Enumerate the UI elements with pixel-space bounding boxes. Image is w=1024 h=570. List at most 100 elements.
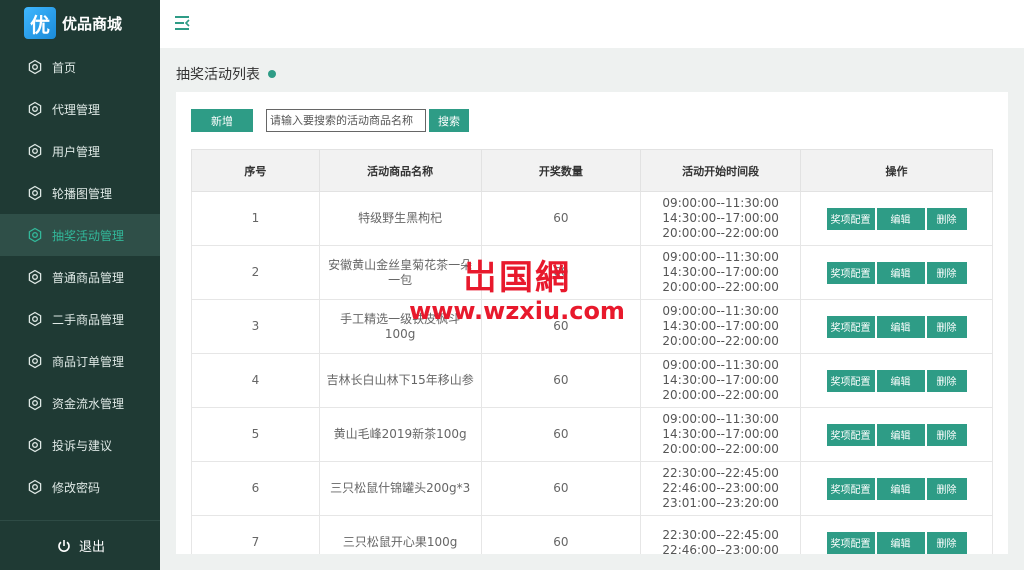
edit-button[interactable]: 编辑 bbox=[876, 315, 925, 338]
cell-draw-count: 60 bbox=[480, 461, 642, 516]
sidebar-item[interactable]: 用户管理 bbox=[0, 130, 160, 172]
time-slot: 14:30:00--17:00:00 bbox=[662, 373, 779, 387]
table-row: 3 手工精选一级铁皮枫斗100g 60 09:00:00--11:30:00 14:30… bbox=[191, 299, 993, 354]
menu-toggle-icon[interactable] bbox=[174, 14, 194, 34]
sidebar-item-label: 首页 bbox=[52, 60, 77, 75]
cell-draw-count: 60 bbox=[480, 299, 642, 354]
table-row: 6 三只松鼠什锦罐头200g*3 60 22:30:00--22:45:00 22:46… bbox=[191, 461, 993, 516]
prize-config-button[interactable]: 奖项配置 bbox=[826, 207, 875, 230]
sidebar-item[interactable]: 二手商品管理 bbox=[0, 298, 160, 340]
edit-button[interactable]: 编辑 bbox=[876, 423, 925, 446]
delete-button[interactable]: 删除 bbox=[926, 477, 967, 500]
time-slot: 20:00:00--22:00:00 bbox=[662, 442, 779, 456]
time-slot: 09:00:00--11:30:00 bbox=[662, 304, 779, 318]
prize-config-button[interactable]: 奖项配置 bbox=[826, 423, 875, 446]
cell-index: 7 bbox=[191, 515, 320, 554]
sidebar-item-label: 投诉与建议 bbox=[52, 438, 113, 453]
sidebar-item[interactable]: 首页 bbox=[0, 46, 160, 88]
delete-button[interactable]: 删除 bbox=[926, 261, 967, 284]
sidebar-item[interactable]: 投诉与建议 bbox=[0, 424, 160, 466]
edit-button[interactable]: 编辑 bbox=[876, 261, 925, 284]
time-slot: 14:30:00--17:00:00 bbox=[662, 427, 779, 441]
edit-button[interactable]: 编辑 bbox=[876, 207, 925, 230]
prize-config-button[interactable]: 奖项配置 bbox=[826, 531, 875, 554]
sidebar-item-label: 用户管理 bbox=[52, 144, 101, 159]
table-row: 5 黄山毛峰2019新茶100g 60 09:00:00--11:30:00 14:30… bbox=[191, 407, 993, 462]
sidebar-item[interactable]: 修改密码 bbox=[0, 466, 160, 508]
sidebar-item[interactable]: 抽奖活动管理 bbox=[0, 214, 160, 256]
table-header-row: 序号 活动商品名称 开奖数量 活动开始时间段 操作 bbox=[191, 149, 993, 192]
brand-logo: 优 bbox=[24, 7, 56, 39]
time-slot: 22:46:00--23:00:00 bbox=[662, 542, 779, 555]
sidebar-item-label: 抽奖活动管理 bbox=[52, 228, 125, 243]
cell-draw-count: 60 bbox=[480, 245, 642, 300]
delete-button[interactable]: 删除 bbox=[926, 207, 967, 230]
cell-time-slots: 09:00:00--11:30:00 14:30:00--17:00:00 20:0… bbox=[640, 353, 802, 408]
cell-time-slots: 09:00:00--11:30:00 14:30:00--17:00:00 20:0… bbox=[640, 245, 802, 300]
table-row: 1 特级野生黑枸杞 60 09:00:00--11:30:00 14:30:00--17… bbox=[191, 191, 993, 246]
cell-time-slots: 22:30:00--22:45:00 22:46:00--23:00:00 bbox=[640, 515, 802, 555]
prize-config-button[interactable]: 奖项配置 bbox=[826, 369, 875, 392]
sidebar-item-label: 普通商品管理 bbox=[52, 270, 125, 285]
cell-actions: 奖项配置 编辑 删除 bbox=[800, 245, 993, 300]
time-slot: 20:00:00--22:00:00 bbox=[662, 334, 779, 348]
prize-config-button[interactable]: 奖项配置 bbox=[826, 477, 875, 500]
cell-time-slots: 09:00:00--11:30:00 14:30:00--17:00:00 20:0… bbox=[640, 407, 802, 462]
time-slot: 09:00:00--11:30:00 bbox=[662, 196, 779, 210]
sidebar-item[interactable]: 代理管理 bbox=[0, 88, 160, 130]
content-panel: 新增 搜索 序号 活动商品名称 开奖数量 活动开始时间段 操作 1特级野生黑枸杞… bbox=[176, 92, 1008, 554]
edit-button[interactable]: 编辑 bbox=[876, 531, 925, 554]
time-slot: 09:00:00--11:30:00 bbox=[662, 412, 779, 426]
cell-index: 4 bbox=[191, 353, 320, 408]
sidebar-item[interactable]: 资金流水管理 bbox=[0, 382, 160, 424]
logout-label: 退出 bbox=[78, 540, 105, 555]
header-index: 序号 bbox=[191, 149, 320, 192]
sidebar-item-label: 修改密码 bbox=[52, 480, 101, 495]
search-button[interactable]: 搜索 bbox=[429, 109, 469, 132]
cell-actions: 奖项配置 编辑 删除 bbox=[800, 353, 993, 408]
header-draw-count: 开奖数量 bbox=[480, 149, 642, 192]
delete-button[interactable]: 删除 bbox=[926, 423, 967, 446]
add-button[interactable]: 新增 bbox=[191, 109, 253, 132]
cell-draw-count: 60 bbox=[480, 407, 642, 462]
prize-config-button[interactable]: 奖项配置 bbox=[826, 261, 875, 284]
time-slot: 14:30:00--17:00:00 bbox=[662, 211, 779, 225]
gear-icon bbox=[26, 58, 44, 76]
sidebar-item-label: 代理管理 bbox=[52, 102, 101, 117]
edit-button[interactable]: 编辑 bbox=[876, 369, 925, 392]
cell-draw-count: 60 bbox=[480, 515, 642, 554]
cell-time-slots: 09:00:00--11:30:00 14:30:00--17:00:00 20:0… bbox=[640, 191, 802, 246]
table-row: 4 吉林长白山林下15年移山参 60 09:00:00--11:30:00 14:30:… bbox=[191, 353, 993, 408]
cell-draw-count: 60 bbox=[480, 353, 642, 408]
search-input[interactable] bbox=[266, 109, 426, 132]
sidebar-item[interactable]: 普通商品管理 bbox=[0, 256, 160, 298]
cell-product-name: 特级野生黑枸杞 bbox=[318, 191, 482, 246]
logout-button[interactable]: 退出 bbox=[0, 520, 160, 570]
prize-config-button[interactable]: 奖项配置 bbox=[826, 315, 875, 338]
sidebar: 优 优品商城 首页代理管理用户管理轮播图管理抽奖活动管理 普通商品管理 二手商品管理… bbox=[0, 0, 160, 570]
time-slot: 20:00:00--22:00:00 bbox=[662, 226, 779, 240]
gear-icon bbox=[26, 184, 44, 202]
delete-button[interactable]: 删除 bbox=[926, 531, 967, 554]
sidebar-item[interactable]: 商品订单管理 bbox=[0, 340, 160, 382]
delete-button[interactable]: 删除 bbox=[926, 369, 967, 392]
cell-product-name: 安徽黄山金丝皇菊花茶一朵一包 bbox=[318, 245, 482, 300]
gear-icon bbox=[26, 394, 44, 412]
cell-draw-count: 60 bbox=[480, 191, 642, 246]
title-dot-icon bbox=[268, 70, 276, 78]
gear-icon bbox=[26, 310, 44, 328]
sidebar-item[interactable]: 轮播图管理 bbox=[0, 172, 160, 214]
gear-icon bbox=[26, 100, 44, 118]
gear-icon bbox=[26, 436, 44, 454]
edit-button[interactable]: 编辑 bbox=[876, 477, 925, 500]
cell-actions: 奖项配置 编辑 删除 bbox=[800, 407, 993, 462]
brand-name: 优品商城 bbox=[62, 14, 123, 33]
time-slot: 09:00:00--11:30:00 bbox=[662, 358, 779, 372]
sidebar-item-label: 二手商品管理 bbox=[52, 312, 125, 327]
cell-actions: 奖项配置 编辑 删除 bbox=[800, 299, 993, 354]
table-row: 7 三只松鼠开心果100g 60 22:30:00--22:45:00 22:46:00… bbox=[191, 515, 993, 555]
cell-product-name: 吉林长白山林下15年移山参 bbox=[318, 353, 482, 408]
time-slot: 20:00:00--22:00:00 bbox=[662, 388, 779, 402]
delete-button[interactable]: 删除 bbox=[926, 315, 967, 338]
brand: 优 优品商城 bbox=[0, 0, 160, 46]
